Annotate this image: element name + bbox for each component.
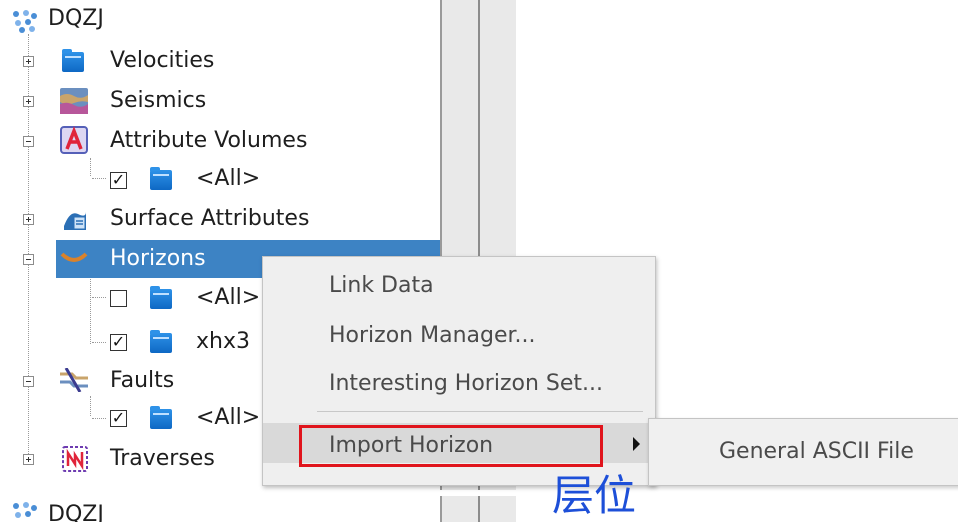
tree-item-label: xhx3 [196,329,250,354]
folder-icon [150,167,172,190]
folder-icon [150,330,172,353]
tree-item-label: <All> [196,285,261,310]
traverse-icon [62,446,88,472]
collapse-icon[interactable] [23,376,34,387]
tree-root-label: DQZJ [48,502,104,522]
annotation-highlight-box [299,425,603,467]
project-icon [13,502,37,518]
menu-item-horizon-manager[interactable]: Horizon Manager... [329,323,536,349]
collapse-icon[interactable] [23,136,34,147]
tree-item-label: Seismics [110,88,207,113]
import-submenu: General ASCII File [648,418,958,486]
tree-item-label: Faults [110,368,175,393]
expand-icon[interactable] [23,214,34,225]
tree-item-label: <All> [196,405,261,430]
menu-separator [317,411,643,412]
checkbox-checked[interactable]: ✓ [110,410,127,427]
checkbox-unchecked[interactable] [110,290,127,307]
menu-item-interesting-horizon-set[interactable]: Interesting Horizon Set... [329,371,603,397]
horizon-icon [60,252,88,262]
caption-label: 层位 [552,471,637,520]
folder-icon [62,49,84,72]
tree-root-label: DQZJ [48,6,104,31]
attribute-icon [60,126,88,154]
tree-item-attribute-all[interactable]: ✓ <All> [0,160,440,198]
checkbox-checked[interactable]: ✓ [110,334,127,351]
tree-item-velocities[interactable]: Velocities [0,42,440,80]
duplicate-tree-header: DQZJ [0,496,958,522]
tree-item-label: Velocities [110,48,215,73]
folder-icon [150,286,172,309]
expand-icon[interactable] [23,96,34,107]
tree-item-label: <All> [196,166,261,191]
tree-item-surface-attributes[interactable]: Surface Attributes [0,200,440,238]
tree-item-label: Surface Attributes [110,206,310,231]
seismic-icon [60,88,88,114]
tree-item-label: Attribute Volumes [110,128,308,153]
expand-icon[interactable] [23,56,34,67]
project-icon [13,10,37,33]
tree-item-label: Traverses [110,446,215,471]
collapse-icon[interactable] [23,254,34,265]
tree-root[interactable]: DQZJ [0,2,440,40]
context-menu: Link Data Horizon Manager... Interesting… [262,256,656,486]
expand-icon[interactable] [23,454,34,465]
surface-attribute-icon [64,212,86,230]
folder-icon [150,406,172,429]
tree-item-label: Horizons [110,246,206,271]
fault-icon [60,368,88,392]
submenu-arrow-icon [633,437,640,451]
tree-item-seismics[interactable]: Seismics [0,82,440,120]
menu-item-link-data[interactable]: Link Data [329,273,434,299]
panel-splitter [440,496,516,522]
menu-item-general-ascii-file[interactable]: General ASCII File [719,439,914,465]
tree-item-attribute-volumes[interactable]: Attribute Volumes [0,122,440,160]
checkbox-checked[interactable]: ✓ [110,172,127,189]
